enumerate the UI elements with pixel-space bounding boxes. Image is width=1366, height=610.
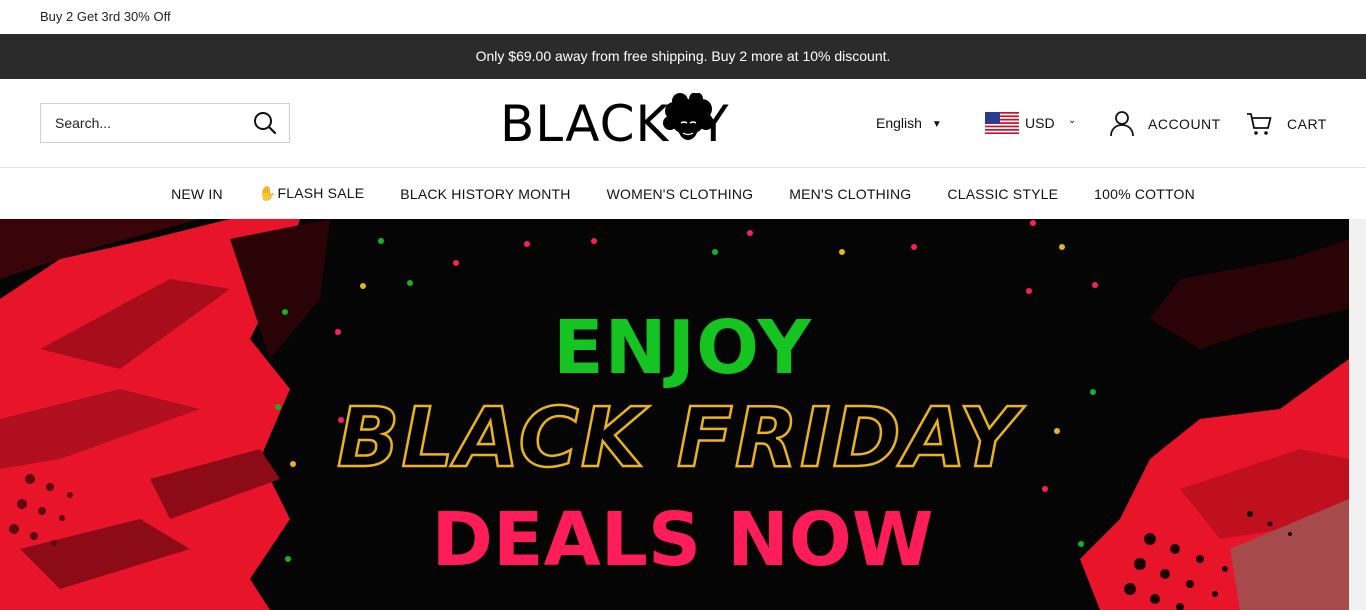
nav-label: MEN'S CLOTHING <box>789 185 912 202</box>
cart-label: CART <box>1287 116 1327 132</box>
hero-heading-enjoy: ENJOY <box>553 305 812 391</box>
flame-icon: ✋ <box>258 185 277 201</box>
language-selector[interactable]: English ▼ <box>876 115 942 131</box>
site-header: BLACK Y English ▼ USD <box>0 79 1366 168</box>
nav-item-new-in[interactable]: NEW IN <box>171 186 223 202</box>
currency-label: USD <box>1025 115 1055 131</box>
hero-banner[interactable]: ENJOY BLACK FRIDAY DEALS NOW <box>0 219 1349 610</box>
nav-item-black-history-month[interactable]: BLACK HISTORY MONTH <box>400 186 570 202</box>
nav-label: BLACK HISTORY MONTH <box>400 185 571 202</box>
hero-heading-black-friday: BLACK FRIDAY <box>336 390 1021 488</box>
shipping-text: Only $69.00 away from free shipping. Buy… <box>475 48 891 64</box>
nav-item-mens-clothing[interactable]: MEN'S CLOTHING <box>789 186 911 202</box>
logo-wordmark: BLACK <box>500 95 670 153</box>
brand-logo[interactable]: BLACK Y <box>500 93 736 153</box>
hero-heading-deals-now: DEALS NOW <box>431 497 934 583</box>
nav-item-100-cotton[interactable]: 100% COTTON <box>1094 186 1195 202</box>
cart-icon <box>1247 113 1272 135</box>
search-input[interactable] <box>41 104 241 142</box>
search-icon[interactable] <box>253 111 277 135</box>
nav-item-classic-style[interactable]: CLASSIC STYLE <box>947 186 1058 202</box>
page-scrollbar[interactable] <box>1349 219 1366 610</box>
chevron-down-icon: ▼ <box>931 119 942 130</box>
nav-item-flash-sale[interactable]: ✋FLASH SALE <box>259 185 364 202</box>
chevron-down-icon: ⌄ <box>1068 115 1077 126</box>
user-icon <box>1110 111 1134 137</box>
nav-item-womens-clothing[interactable]: WOMEN'S CLOTHING <box>607 186 754 202</box>
logo-wordmark-end: Y <box>698 95 730 153</box>
nav-label: 100% COTTON <box>1094 185 1195 202</box>
nav-label: NEW IN <box>171 185 223 202</box>
language-label: English <box>876 115 922 131</box>
main-navigation: NEW IN ✋FLASH SALE BLACK HISTORY MONTH W… <box>0 168 1366 219</box>
nav-label: CLASSIC STYLE <box>947 185 1059 202</box>
nav-label: FLASH SALE <box>277 185 365 201</box>
promo-text: Buy 2 Get 3rd 30% Off <box>40 9 171 24</box>
account-label: ACCOUNT <box>1148 116 1221 132</box>
search-box <box>40 103 290 143</box>
shipping-announcement-bar: Only $69.00 away from free shipping. Buy… <box>0 34 1366 79</box>
us-flag-icon <box>985 112 1019 134</box>
promo-bar: Buy 2 Get 3rd 30% Off <box>0 0 1366 34</box>
nav-label: WOMEN'S CLOTHING <box>606 185 754 202</box>
